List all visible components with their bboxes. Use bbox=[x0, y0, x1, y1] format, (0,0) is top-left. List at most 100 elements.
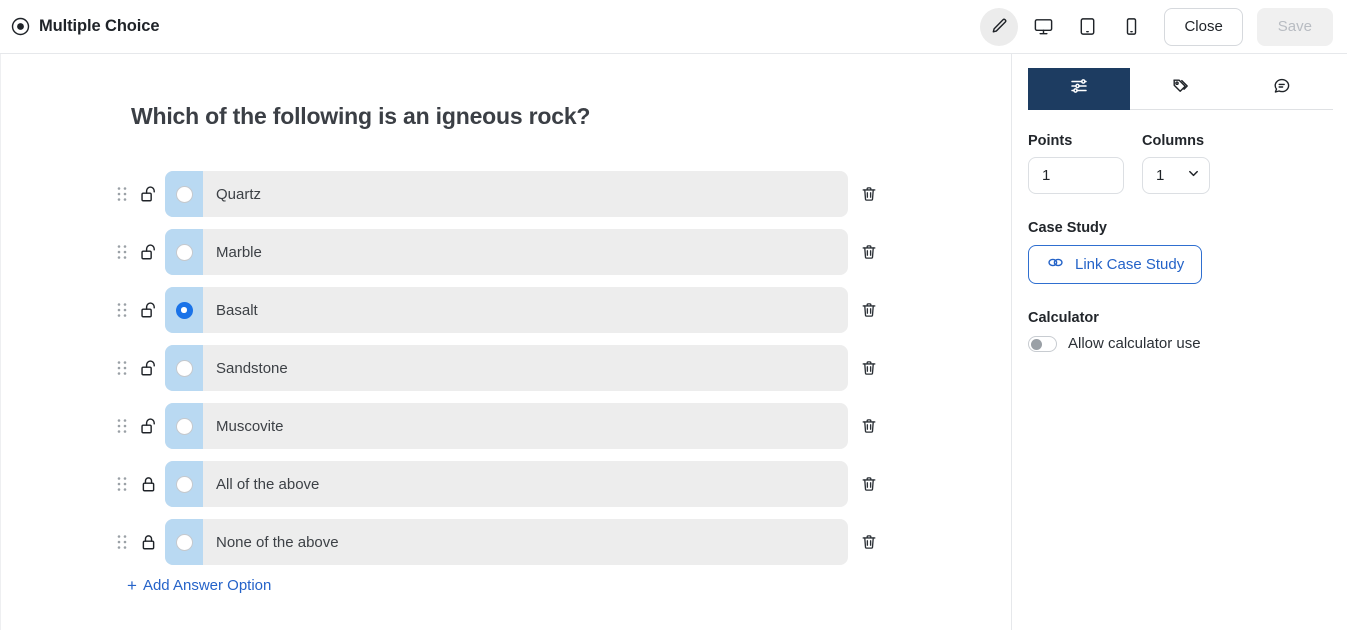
header-toolbar: Close Save bbox=[980, 7, 1347, 46]
unlock-icon[interactable] bbox=[131, 417, 165, 436]
question-canvas: Which of the following is an igneous roc… bbox=[0, 54, 1012, 630]
answer-option-radio[interactable] bbox=[165, 403, 203, 449]
unlock-icon[interactable] bbox=[131, 301, 165, 320]
app-header: Multiple Choice Close Save bbox=[0, 0, 1347, 54]
unlock-icon[interactable] bbox=[131, 359, 165, 378]
delete-option-icon[interactable] bbox=[848, 475, 890, 493]
answer-option-text[interactable]: Basalt bbox=[203, 302, 848, 319]
case-study-label: Case Study bbox=[1028, 220, 1107, 236]
radio-indicator bbox=[175, 475, 193, 493]
comment-icon bbox=[1272, 76, 1292, 101]
answer-option-row: Marble bbox=[113, 229, 890, 275]
drag-handle-icon[interactable] bbox=[113, 418, 131, 434]
answer-option-row: All of the above bbox=[113, 461, 890, 507]
columns-select[interactable]: 1 bbox=[1142, 157, 1210, 194]
close-button[interactable]: Close bbox=[1164, 7, 1243, 46]
allow-calculator-label: Allow calculator use bbox=[1068, 335, 1201, 352]
link-case-study-label: Link Case Study bbox=[1075, 256, 1185, 273]
delete-option-icon[interactable] bbox=[848, 185, 890, 203]
answer-option-radio[interactable] bbox=[165, 345, 203, 391]
desktop-preview-button[interactable] bbox=[1024, 8, 1062, 46]
pencil-icon bbox=[990, 17, 1009, 36]
answer-option-text[interactable]: None of the above bbox=[203, 534, 848, 551]
radio-indicator bbox=[175, 243, 193, 261]
points-label: Points bbox=[1028, 133, 1073, 149]
calculator-toggle-row: Allow calculator use bbox=[1028, 335, 1332, 352]
answer-option-body: Basalt bbox=[165, 287, 848, 333]
delete-option-icon[interactable] bbox=[848, 301, 890, 319]
tag-icon bbox=[1171, 76, 1191, 101]
answer-option-body: Quartz bbox=[165, 171, 848, 217]
points-input[interactable] bbox=[1028, 157, 1124, 194]
drag-handle-icon[interactable] bbox=[113, 186, 131, 202]
edit-pencil-button[interactable] bbox=[980, 7, 1019, 46]
add-answer-option-button[interactable]: + Add Answer Option bbox=[127, 577, 271, 594]
drag-handle-icon[interactable] bbox=[113, 534, 131, 550]
radio-indicator bbox=[175, 417, 193, 435]
radio-indicator bbox=[175, 359, 193, 377]
link-case-study-button[interactable]: Link Case Study bbox=[1028, 245, 1203, 284]
panel-content: Points Columns 1 Case bbox=[1013, 110, 1347, 352]
panel-tabs bbox=[1028, 68, 1334, 110]
answer-option-radio[interactable] bbox=[165, 519, 203, 565]
drag-handle-icon[interactable] bbox=[113, 244, 131, 260]
answer-option-body: Marble bbox=[165, 229, 848, 275]
answer-option-body: Sandstone bbox=[165, 345, 848, 391]
properties-panel: Points Columns 1 Case bbox=[1013, 54, 1347, 630]
answer-option-radio[interactable] bbox=[165, 287, 203, 333]
lock-icon[interactable] bbox=[131, 475, 165, 494]
answer-option-row: Sandstone bbox=[113, 345, 890, 391]
allow-calculator-toggle[interactable] bbox=[1028, 335, 1057, 352]
save-button[interactable]: Save bbox=[1256, 7, 1333, 46]
answer-option-row: Basalt bbox=[113, 287, 890, 333]
answer-option-radio[interactable] bbox=[165, 461, 203, 507]
unlock-icon[interactable] bbox=[131, 185, 165, 204]
plus-icon: + bbox=[127, 576, 137, 595]
delete-option-icon[interactable] bbox=[848, 243, 890, 261]
columns-label: Columns bbox=[1142, 133, 1205, 149]
answer-option-text[interactable]: Quartz bbox=[203, 186, 848, 203]
toggle-knob bbox=[1031, 338, 1042, 350]
calculator-label: Calculator bbox=[1028, 310, 1099, 326]
answer-option-text[interactable]: Marble bbox=[203, 244, 848, 261]
tab-settings[interactable] bbox=[1028, 68, 1130, 110]
desktop-icon bbox=[1033, 16, 1054, 37]
delete-option-icon[interactable] bbox=[848, 533, 890, 551]
unlock-icon[interactable] bbox=[131, 243, 165, 262]
mobile-preview-button[interactable] bbox=[1112, 8, 1150, 46]
calculator-section: Calculator Allow calculator use bbox=[1028, 310, 1332, 352]
answer-options-list: Quartz Marble Basalt Sandstone Muscovite… bbox=[113, 171, 890, 577]
question-text[interactable]: Which of the following is an igneous roc… bbox=[131, 103, 590, 130]
radio-indicator bbox=[175, 533, 193, 551]
delete-option-icon[interactable] bbox=[848, 417, 890, 435]
radio-indicator-selected bbox=[175, 301, 193, 319]
answer-option-radio[interactable] bbox=[165, 171, 203, 217]
link-icon bbox=[1046, 253, 1065, 276]
radio-indicator bbox=[175, 185, 193, 203]
tab-comments[interactable] bbox=[1231, 68, 1334, 110]
question-editor-app: Multiple Choice Close Save Which of the … bbox=[0, 0, 1347, 630]
lock-icon[interactable] bbox=[131, 533, 165, 552]
chevron-down-icon bbox=[1187, 167, 1200, 184]
answer-option-row: Quartz bbox=[113, 171, 890, 217]
delete-option-icon[interactable] bbox=[848, 359, 890, 377]
tab-tags[interactable] bbox=[1129, 68, 1232, 110]
answer-option-row: Muscovite bbox=[113, 403, 890, 449]
answer-option-radio[interactable] bbox=[165, 229, 203, 275]
sliders-icon bbox=[1069, 76, 1089, 101]
answer-option-text[interactable]: Sandstone bbox=[203, 360, 848, 377]
answer-option-text[interactable]: Muscovite bbox=[203, 418, 848, 435]
columns-field: Columns 1 bbox=[1142, 133, 1210, 194]
points-columns-row: Points Columns 1 bbox=[1028, 133, 1332, 194]
mobile-icon bbox=[1121, 16, 1142, 37]
answer-option-text[interactable]: All of the above bbox=[203, 476, 848, 493]
drag-handle-icon[interactable] bbox=[113, 476, 131, 492]
case-study-section: Case Study Link Case Study bbox=[1028, 220, 1332, 284]
drag-handle-icon[interactable] bbox=[113, 360, 131, 376]
tablet-preview-button[interactable] bbox=[1068, 8, 1106, 46]
tablet-icon bbox=[1077, 16, 1098, 37]
answer-option-body: None of the above bbox=[165, 519, 848, 565]
answer-option-body: All of the above bbox=[165, 461, 848, 507]
drag-handle-icon[interactable] bbox=[113, 302, 131, 318]
points-field: Points bbox=[1028, 133, 1124, 194]
